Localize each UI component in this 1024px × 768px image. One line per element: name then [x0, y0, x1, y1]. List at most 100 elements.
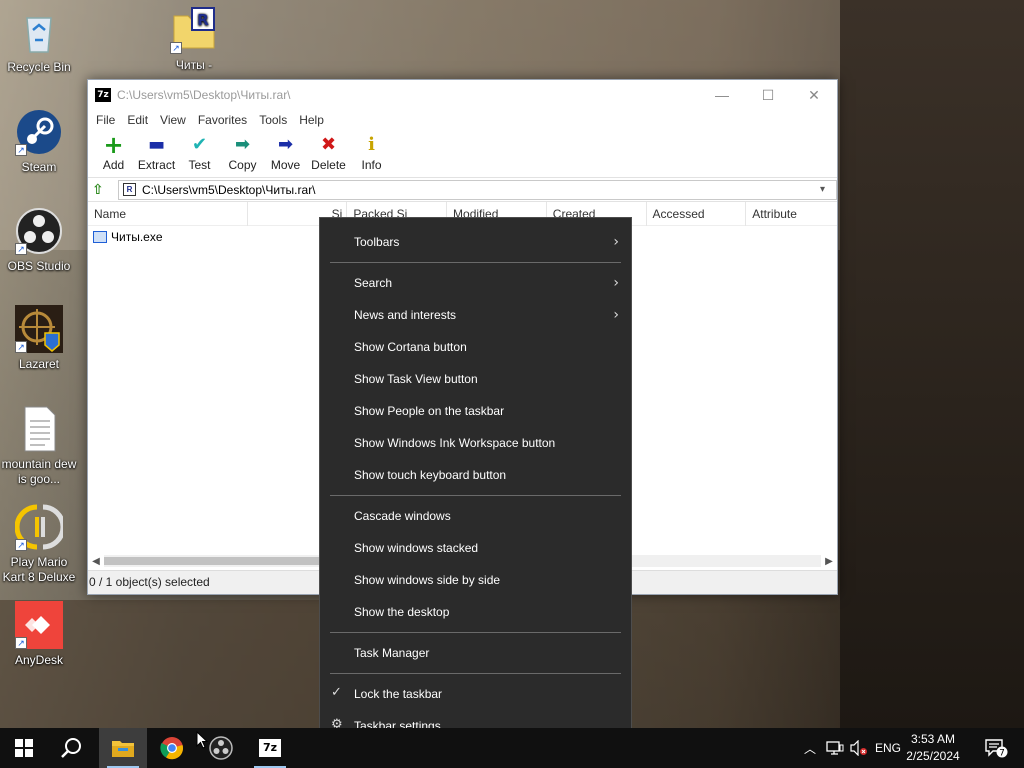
taskbar-7zip[interactable]: 7z	[246, 728, 294, 768]
yuzu-icon: ↗	[14, 503, 66, 551]
menu-item-label: Lock the taskbar	[354, 687, 443, 701]
menu-item-show-task-view[interactable]: Show Task View button	[320, 363, 631, 395]
add-label: Add	[102, 158, 125, 172]
delete-button[interactable]: ✖ Delete	[307, 130, 350, 172]
desktop-icon-steam[interactable]: ↗ Steam	[1, 108, 77, 175]
copy-button[interactable]: ➡ Copy	[221, 130, 264, 172]
menu-item-windows-stacked[interactable]: Show windows stacked	[320, 532, 631, 564]
menu-view[interactable]: View	[154, 113, 192, 127]
menu-item-news-and-interests[interactable]: News and interests ›	[320, 299, 631, 331]
column-header-attributes[interactable]: Attribute	[746, 202, 837, 226]
info-label: Info	[361, 158, 382, 172]
move-icon: ➡	[277, 134, 294, 155]
menu-item-search[interactable]: Search ›	[320, 267, 631, 299]
notification-count: 7	[999, 749, 1005, 759]
menu-help[interactable]: Help	[293, 113, 330, 127]
chevron-right-icon: ›	[613, 275, 619, 291]
desktop-icon-mario-kart[interactable]: ↗ Play Mario Kart 8 Deluxe	[1, 503, 77, 585]
maximize-button[interactable]: ☐	[745, 80, 791, 110]
scroll-right-icon[interactable]: ▶	[821, 556, 837, 567]
info-button[interactable]: i Info	[350, 130, 393, 172]
desktop-icon-label: Recycle Bin	[7, 60, 71, 74]
menu-separator	[330, 673, 621, 674]
toolbar: + Add ▬ Extract ✔ Test ➡ Copy ➡ Move ✖ D…	[88, 130, 837, 178]
column-header-accessed[interactable]: Accessed	[647, 201, 747, 226]
search-button[interactable]	[48, 728, 96, 768]
scroll-thumb[interactable]	[104, 557, 334, 565]
menu-item-show-people[interactable]: Show People on the taskbar	[320, 395, 631, 427]
column-header-name[interactable]: Name	[88, 201, 248, 226]
volume-button[interactable]	[848, 728, 870, 768]
taskbar-file-explorer[interactable]	[99, 728, 147, 768]
address-input[interactable]: R C:\Users\vm5\Desktop\Читы.rar\ ▾	[118, 179, 837, 200]
chevron-up-icon: ︿	[803, 741, 816, 756]
menu-item-cascade-windows[interactable]: Cascade windows	[320, 500, 631, 532]
taskbar-context-menu: Toolbars › Search › News and interests ›…	[319, 217, 632, 750]
chevron-down-icon[interactable]: ▾	[820, 184, 836, 195]
desktop-icon-anydesk[interactable]: ↗ AnyDesk	[1, 601, 77, 668]
extract-button[interactable]: ▬ Extract	[135, 130, 178, 172]
7zip-icon: 7z	[259, 739, 281, 757]
desktop-icon-chity-shortcut[interactable]: R ↗ Читы - Shortcut	[156, 6, 232, 73]
wallpaper-shadow	[840, 0, 1024, 728]
menu-item-label: News and interests	[354, 308, 457, 322]
exe-file-icon	[93, 231, 107, 243]
desktop-icon-label: AnyDesk	[14, 653, 64, 667]
chevron-right-icon: ›	[613, 234, 619, 250]
menu-tools[interactable]: Tools	[253, 113, 293, 127]
shortcut-arrow-icon: ↗	[15, 341, 27, 353]
7zip-app-icon: 7z	[95, 88, 111, 102]
folder-up-icon[interactable]: ⇧	[92, 182, 110, 198]
menu-item-toolbars[interactable]: Toolbars ›	[320, 226, 631, 258]
action-center-button[interactable]: 7	[976, 728, 1016, 768]
menu-item-show-desktop[interactable]: Show the desktop	[320, 596, 631, 628]
add-button[interactable]: + Add	[92, 130, 135, 172]
copy-icon: ➡	[234, 134, 251, 155]
delete-icon: ✖	[320, 134, 337, 155]
windows-logo-icon	[15, 739, 33, 757]
close-button[interactable]: ✕	[791, 80, 837, 110]
menu-item-label: Show Windows Ink Workspace button	[354, 436, 556, 450]
menu-edit[interactable]: Edit	[121, 113, 154, 127]
desktop-icon-text-file[interactable]: mountain dew is goo...	[1, 405, 77, 487]
menu-item-label: Toolbars	[354, 235, 400, 249]
desktop-icon-label: Lazaret	[18, 357, 60, 371]
network-status[interactable]	[824, 728, 846, 768]
menu-separator	[330, 495, 621, 496]
menu-item-label: Task Manager	[354, 646, 430, 660]
desktop-icon-obs[interactable]: ↗ OBS Studio	[1, 207, 77, 274]
desktop-icon-recycle-bin[interactable]: Recycle Bin	[1, 8, 77, 75]
menu-item-task-manager[interactable]: Task Manager	[320, 637, 631, 669]
desktop-icon-lazaret[interactable]: ↗ Lazaret	[1, 305, 77, 372]
menu-item-show-ink-workspace[interactable]: Show Windows Ink Workspace button	[320, 427, 631, 459]
menu-item-lock-taskbar[interactable]: ✓ Lock the taskbar	[320, 678, 631, 710]
menu-item-label: Show windows side by side	[354, 573, 501, 587]
menu-favorites[interactable]: Favorites	[192, 113, 253, 127]
shortcut-arrow-icon: ↗	[15, 144, 27, 156]
minimize-button[interactable]: —	[699, 80, 745, 110]
show-hidden-icons-button[interactable]: ︿	[800, 728, 820, 768]
scroll-left-icon[interactable]: ◀	[88, 556, 104, 567]
clock[interactable]: 3:53 AM 2/25/2024	[898, 731, 968, 765]
desktop-icon-label: Play Mario Kart 8 Deluxe	[2, 555, 76, 584]
test-button[interactable]: ✔ Test	[178, 130, 221, 172]
menu-item-label: Show windows stacked	[354, 541, 479, 555]
menu-item-windows-side-by-side[interactable]: Show windows side by side	[320, 564, 631, 596]
text-file-icon	[15, 405, 63, 453]
taskbar[interactable]: 7z ︿ ENG 3:53 AM 2/25/2024 7	[0, 728, 1024, 768]
move-button[interactable]: ➡ Move	[264, 130, 307, 172]
info-icon: i	[368, 134, 375, 155]
menu-file[interactable]: File	[90, 113, 121, 127]
menu-item-show-touch-keyboard[interactable]: Show touch keyboard button	[320, 459, 631, 491]
taskbar-chrome[interactable]	[148, 728, 196, 768]
winrar-folder-icon: R ↗	[170, 6, 218, 54]
checkmark-icon: ✓	[331, 685, 342, 700]
menu-item-show-cortana[interactable]: Show Cortana button	[320, 331, 631, 363]
menu-bar: File Edit View Favorites Tools Help	[88, 110, 837, 130]
obs-icon	[209, 736, 233, 760]
window-titlebar[interactable]: 7z C:\Users\vm5\Desktop\Читы.rar\ — ☐ ✕	[88, 80, 837, 110]
test-label: Test	[188, 158, 211, 172]
address-path: C:\Users\vm5\Desktop\Читы.rar\	[142, 182, 316, 197]
menu-separator	[330, 262, 621, 263]
start-button[interactable]	[0, 728, 48, 768]
